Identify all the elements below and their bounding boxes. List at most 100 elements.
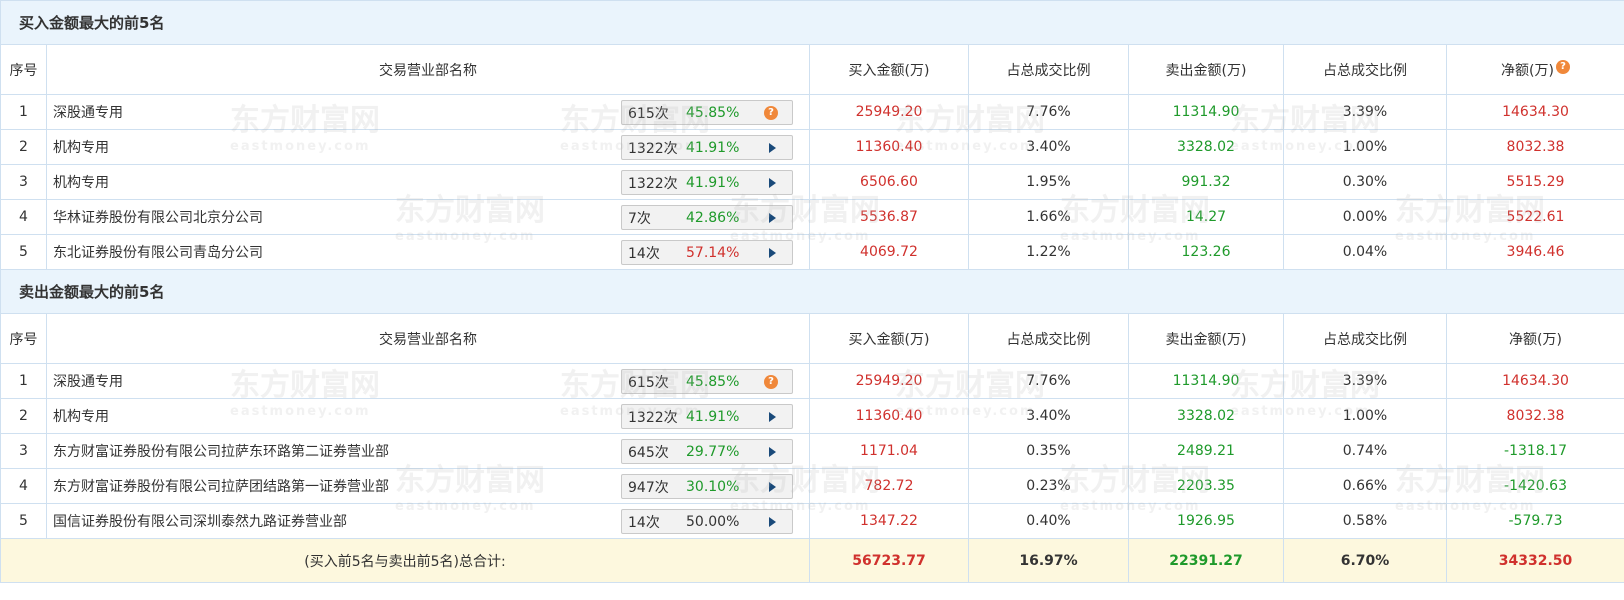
row-name-cell: 深股通专用 615次 45.85%? [46,363,810,399]
table-row: 2 机构专用 1322次 41.91% 11360.40 3.40% 3328.02 1.00… [0,398,1624,434]
win-rate: 41.91% [686,174,740,191]
play-arrow-icon[interactable] [769,447,776,457]
sell-section-title: 卖出金额最大的前5名 [0,269,1624,314]
col-sell-header: 卖出金额(万) [1128,44,1284,95]
row-name-cell: 东北证券股份有限公司青岛分公司 14次 57.14% [46,234,810,270]
row-sell: 2489.21 [1128,433,1284,469]
row-name-cell: 机构专用 1322次 41.91% [46,164,810,200]
trade-count-pill[interactable]: 14次 57.14% [621,240,793,265]
trade-count-pill[interactable]: 1322次 41.91% [621,135,793,160]
question-circle-icon[interactable]: ? [764,106,778,120]
play-arrow-icon[interactable] [769,248,776,258]
broker-name-link[interactable]: 深股通专用 [53,102,123,122]
play-arrow-icon[interactable] [769,517,776,527]
row-name-cell: 东方财富证券股份有限公司拉萨团结路第一证券营业部 947次 30.10% [46,468,810,504]
net-help-icon[interactable]: ? [1555,59,1570,74]
total-net: 34332.50 [1445,538,1624,583]
total-sell-ratio: 6.70% [1283,538,1447,583]
table-row: 4 东方财富证券股份有限公司拉萨团结路第一证券营业部 947次 30.10% 782.7… [0,468,1624,504]
row-buy: 25949.20 [809,363,969,399]
row-net: 14634.30 [1445,363,1624,399]
table-row: 3 机构专用 1322次 41.91% 6506.60 1.95% 991.32 0.30% 5… [0,164,1624,200]
trade-count-pill[interactable]: 645次 29.77% [621,439,793,464]
row-buy-ratio: 3.40% [968,398,1129,434]
row-seq: 2 [0,398,47,434]
win-rate: 30.10% [686,478,740,495]
row-net: 8032.38 [1445,398,1624,434]
row-buy: 4069.72 [809,234,969,270]
row-seq: 3 [0,433,47,469]
play-arrow-icon[interactable] [769,412,776,422]
table-row: 1 深股通专用 615次 45.85%? 25949.20 7.76% 11314.90 3.… [0,94,1624,130]
play-arrow-icon[interactable] [769,178,776,188]
row-seq: 5 [0,503,47,539]
lhb-table: 买入金额最大的前5名 序号 交易营业部名称 买入金额(万) 占总成交比例 卖出金… [0,0,1624,583]
play-arrow-icon[interactable] [769,213,776,223]
row-sell-ratio: 0.66% [1283,468,1447,504]
row-buy: 1347.22 [809,503,969,539]
broker-name-link[interactable]: 东方财富证券股份有限公司拉萨东环路第二证券营业部 [53,441,389,461]
table-row: 2 机构专用 1322次 41.91% 11360.40 3.40% 3328.02 1.00… [0,129,1624,165]
trade-count-pill[interactable]: 615次 45.85%? [621,369,793,394]
row-buy-ratio: 1.66% [968,199,1129,235]
row-buy-ratio: 1.22% [968,234,1129,270]
row-sell: 14.27 [1128,199,1284,235]
broker-name-link[interactable]: 华林证券股份有限公司北京分公司 [53,207,263,227]
row-net: 5522.61 [1445,199,1624,235]
trade-count: 615次 [628,105,669,122]
col-net-header: 净额(万) [1445,313,1624,364]
lhb-detail-widget: 买入金额最大的前5名 序号 交易营业部名称 买入金额(万) 占总成交比例 卖出金… [0,0,1624,600]
broker-name-link[interactable]: 机构专用 [53,172,109,192]
row-buy-ratio: 0.23% [968,468,1129,504]
broker-name-link[interactable]: 机构专用 [53,137,109,157]
broker-name-link[interactable]: 东方财富证券股份有限公司拉萨团结路第一证券营业部 [53,476,389,496]
broker-name-link[interactable]: 机构专用 [53,406,109,426]
total-buy: 56723.77 [809,538,969,583]
question-circle-icon[interactable]: ? [764,375,778,389]
col-net-header-label: 净额(万) [1501,62,1554,79]
col-sell-ratio-header: 占总成交比例 [1283,44,1447,95]
row-name-cell: 东方财富证券股份有限公司拉萨东环路第二证券营业部 645次 29.77% [46,433,810,469]
broker-name-link[interactable]: 深股通专用 [53,371,123,391]
row-name-cell: 国信证券股份有限公司深圳泰然九路证券营业部 14次 50.00% [46,503,810,539]
trade-count-pill[interactable]: 7次 42.86% [621,205,793,230]
table-row: 5 国信证券股份有限公司深圳泰然九路证券营业部 14次 50.00% 1347.22 0.… [0,503,1624,539]
row-sell: 11314.90 [1128,363,1284,399]
total-row: (买入前5名与卖出前5名)总合计: 56723.77 16.97% 22391.27 6… [0,538,1624,583]
trade-count: 1322次 [628,140,678,157]
row-sell-ratio: 1.00% [1283,398,1447,434]
table-row: 3 东方财富证券股份有限公司拉萨东环路第二证券营业部 645次 29.77% 1171.… [0,433,1624,469]
trade-count-pill[interactable]: 947次 30.10% [621,474,793,499]
win-rate: 41.91% [686,139,740,156]
row-sell-ratio: 0.74% [1283,433,1447,469]
row-sell: 3328.02 [1128,398,1284,434]
play-arrow-icon[interactable] [769,143,776,153]
play-arrow-icon[interactable] [769,482,776,492]
trade-count: 645次 [628,444,669,461]
broker-name-link[interactable]: 国信证券股份有限公司深圳泰然九路证券营业部 [53,511,347,531]
col-buy-header: 买入金额(万) [809,44,969,95]
col-net-header: 净额(万)? [1445,44,1624,95]
row-net: 3946.46 [1445,234,1624,270]
row-buy-ratio: 7.76% [968,363,1129,399]
trade-count-pill[interactable]: 615次 45.85%? [621,100,793,125]
trade-count: 14次 [628,245,660,262]
trade-count-pill[interactable]: 1322次 41.91% [621,404,793,429]
trade-count-pill[interactable]: 14次 50.00% [621,509,793,534]
row-seq: 3 [0,164,47,200]
table-row: 5 东北证券股份有限公司青岛分公司 14次 57.14% 4069.72 1.22% 123… [0,234,1624,270]
total-buy-ratio: 16.97% [968,538,1129,583]
win-rate: 29.77% [686,443,740,460]
row-buy-ratio: 3.40% [968,129,1129,165]
trade-count-pill[interactable]: 1322次 41.91% [621,170,793,195]
col-buy-ratio-header: 占总成交比例 [968,44,1129,95]
row-buy: 5536.87 [809,199,969,235]
row-seq: 5 [0,234,47,270]
row-buy-ratio: 0.40% [968,503,1129,539]
row-buy-ratio: 7.76% [968,94,1129,130]
broker-name-link[interactable]: 东北证券股份有限公司青岛分公司 [53,242,263,262]
row-sell-ratio: 0.30% [1283,164,1447,200]
col-sell-header: 卖出金额(万) [1128,313,1284,364]
row-sell-ratio: 3.39% [1283,363,1447,399]
trade-count: 1322次 [628,175,678,192]
